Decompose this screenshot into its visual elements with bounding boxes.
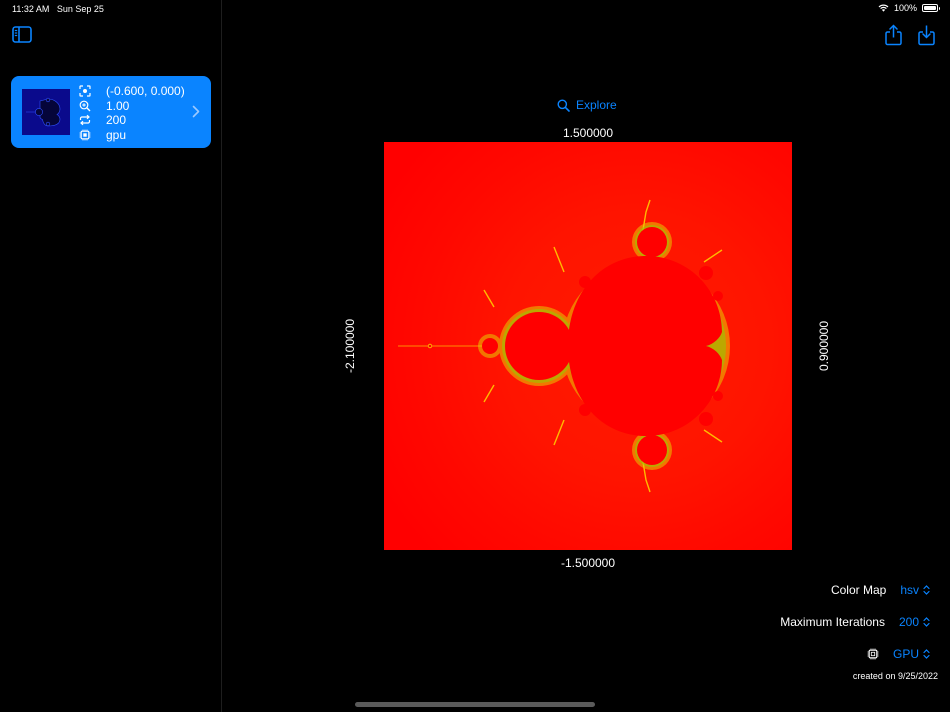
download-icon[interactable]: [917, 24, 936, 46]
meta-device: gpu: [106, 127, 127, 142]
toolbar-actions: [884, 24, 936, 46]
sidebar: (-0.600, 0.000) 1.00 200 gpu: [0, 0, 222, 712]
fractal-image[interactable]: [384, 142, 792, 550]
max-iterations-picker[interactable]: 200: [899, 615, 930, 629]
color-map-label: Color Map: [830, 583, 887, 597]
device-value: GPU: [892, 647, 919, 661]
zoom-in-icon: [79, 100, 91, 112]
cpu-icon: [79, 129, 91, 141]
axis-top-label: 1.500000: [562, 126, 614, 140]
explore-label: Explore: [576, 98, 617, 112]
device-picker[interactable]: GPU: [893, 647, 930, 661]
cpu-icon: [867, 648, 879, 660]
max-iterations-value: 200: [898, 615, 919, 629]
meta-zoom: 1.00: [106, 98, 130, 113]
max-iterations-row: Maximum Iterations 200: [780, 615, 930, 629]
status-right: 100%: [878, 3, 940, 13]
chevron-up-down-icon: [923, 585, 930, 595]
device-row: GPU: [867, 647, 930, 661]
meta-device-row: gpu: [79, 128, 185, 143]
repeat-icon: [79, 115, 91, 126]
axis-right-label: 0.900000: [817, 320, 831, 372]
axis-left-label: -2.100000: [343, 318, 357, 374]
color-map-row: Color Map hsv: [831, 583, 930, 597]
sidebar-toggle-icon[interactable]: [12, 26, 32, 43]
meta-center: (-0.600, 0.000): [106, 84, 185, 99]
home-indicator[interactable]: [355, 702, 595, 707]
meta-center-row: (-0.600, 0.000): [79, 84, 185, 99]
chevron-up-down-icon: [923, 649, 930, 659]
fractal-list-item[interactable]: (-0.600, 0.000) 1.00 200 gpu: [11, 76, 211, 148]
max-iterations-label: Maximum Iterations: [780, 615, 885, 629]
fractal-thumbnail: [22, 89, 70, 135]
explore-button[interactable]: Explore: [557, 98, 617, 112]
meta-zoom-row: 1.00: [79, 99, 185, 114]
meta-iterations-row: 200: [79, 113, 185, 128]
chevron-up-down-icon: [923, 617, 930, 627]
axis-bottom-label: -1.500000: [560, 556, 616, 570]
chevron-right-icon: [192, 105, 200, 118]
color-map-value: hsv: [900, 583, 919, 597]
wifi-icon: [878, 4, 889, 12]
created-date: created on 9/25/2022: [852, 671, 938, 681]
meta-iterations: 200: [106, 113, 127, 128]
color-map-picker[interactable]: hsv: [900, 583, 930, 597]
fractal-meta: (-0.600, 0.000) 1.00 200 gpu: [79, 84, 185, 142]
battery-percent: 100%: [893, 3, 917, 13]
share-icon[interactable]: [884, 24, 903, 46]
search-icon: [557, 99, 570, 112]
viewfinder-icon: [79, 85, 91, 97]
battery-icon: [922, 4, 940, 12]
